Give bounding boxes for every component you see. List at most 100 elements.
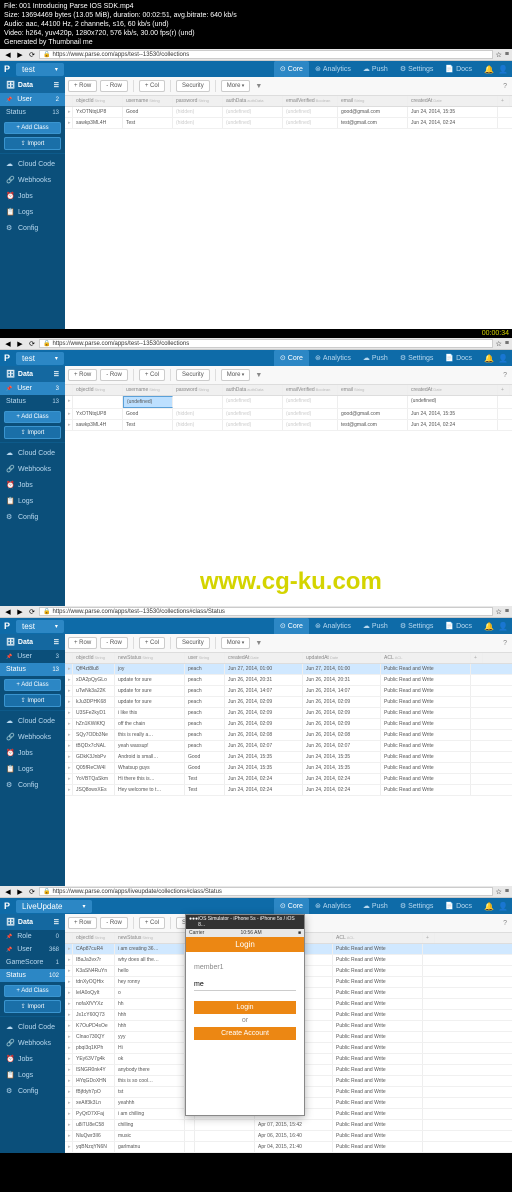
- back-icon[interactable]: ◀: [3, 607, 13, 617]
- row-arrow-icon[interactable]: ▸: [65, 420, 73, 430]
- table-row[interactable]: ▸sawkp3ML4HTest(hidden)(undefined)(undef…: [65, 118, 512, 129]
- row-arrow-icon[interactable]: ▸: [65, 785, 73, 795]
- col-createdat[interactable]: createdAtDate: [408, 96, 498, 106]
- sidebar-item-status[interactable]: Status13: [0, 106, 65, 119]
- more-button[interactable]: More: [221, 80, 251, 92]
- tab-docs[interactable]: 📄Docs: [439, 898, 478, 914]
- col-updatedat[interactable]: updatedAtDate: [303, 653, 381, 663]
- cell-acl[interactable]: Public Read and Write: [381, 708, 471, 718]
- cell-newstatus[interactable]: tst: [115, 1087, 185, 1097]
- more-button[interactable]: More: [221, 369, 251, 381]
- security-button[interactable]: Security: [176, 637, 210, 649]
- cell-authdata[interactable]: (undefined): [223, 420, 283, 430]
- cell-updatedat[interactable]: Jun 24, 2014, 15:35: [303, 763, 381, 773]
- sidebar-webhooks[interactable]: 🔗Webhooks: [0, 1035, 65, 1051]
- cell-objectid[interactable]: leIA0oQyIt: [73, 988, 115, 998]
- cell-acl[interactable]: Public Read and Write: [333, 966, 423, 976]
- sidebar-logs[interactable]: 📋Logs: [0, 204, 65, 220]
- url-bar[interactable]: 🔒https://www.parse.com/apps/test--13530/…: [39, 607, 493, 616]
- sidebar-config[interactable]: ⚙Config: [0, 509, 65, 525]
- cell-createdat[interactable]: Jun 24, 2014, 02:24: [225, 774, 303, 784]
- cell-createdat[interactable]: Jun 24, 2014, 02:24: [225, 785, 303, 795]
- cell-objectid[interactable]: yqBNzqYN6N: [73, 1142, 115, 1152]
- cell-objectid[interactable]: GDkK3JnbPv: [73, 752, 115, 762]
- cell-authdata[interactable]: (undefined): [223, 107, 283, 117]
- col-emailverified[interactable]: emailVerifiedBoolean: [283, 96, 338, 106]
- filter-icon[interactable]: ▼: [253, 640, 264, 647]
- cell-objectid[interactable]: uTwNk3a22K: [73, 686, 115, 696]
- sidebar-item-user[interactable]: 📌User368: [0, 943, 65, 956]
- tab-settings[interactable]: ⚙Settings: [394, 898, 440, 914]
- cell-newstatus[interactable]: yyy: [115, 1032, 185, 1042]
- forward-icon[interactable]: ▶: [15, 339, 25, 349]
- col-createdat[interactable]: createdAtDate: [408, 385, 498, 395]
- tab-core[interactable]: ⊙Core: [274, 898, 309, 914]
- row-arrow-icon[interactable]: ▸: [65, 1032, 73, 1042]
- sidebar-item-gamescore[interactable]: GameScore1: [0, 956, 65, 969]
- cell-emailverified[interactable]: (undefined): [283, 396, 338, 408]
- row-arrow-icon[interactable]: ▸: [65, 1043, 73, 1053]
- cell-username[interactable]: Good: [123, 107, 173, 117]
- cell-emailverified[interactable]: (undefined): [283, 409, 338, 419]
- row-arrow-icon[interactable]: ▸: [65, 697, 73, 707]
- table-row[interactable]: ▸YxOTNtqUP8Good(hidden)(undefined)(undef…: [65, 409, 512, 420]
- row-arrow-icon[interactable]: ▸: [65, 1131, 73, 1141]
- col-createdat[interactable]: createdAtDate: [225, 653, 303, 663]
- cell-updatedat[interactable]: Jun 26, 2014, 02:09: [303, 708, 381, 718]
- tab-core[interactable]: ⊙Core: [274, 350, 309, 366]
- cell-objectid[interactable]: tBQDx7cNAL: [73, 741, 115, 751]
- table-row[interactable]: ▸Qff4zt8lu8joypeachJun 27, 2014, 01:00Ju…: [65, 664, 512, 675]
- cell-user[interactable]: peach: [185, 686, 225, 696]
- cell-objectid[interactable]: tdnXyOQHix: [73, 977, 115, 987]
- cell-password[interactable]: (hidden): [173, 118, 223, 128]
- cell-objectid[interactable]: sawkp3ML4H: [73, 420, 123, 430]
- cell-email[interactable]: good@gmail.com: [338, 107, 408, 117]
- col-newstatus[interactable]: newStatusString: [115, 653, 185, 663]
- col-objectid[interactable]: objectIdString: [73, 653, 115, 663]
- cell-acl[interactable]: Public Read and Write: [333, 1065, 423, 1075]
- cell-acl[interactable]: Public Read and Write: [381, 686, 471, 696]
- cell-createdat[interactable]: [195, 1131, 255, 1141]
- cell-newstatus[interactable]: o: [115, 988, 185, 998]
- col-newstatus[interactable]: newStatusString: [115, 933, 185, 943]
- cell-objectid[interactable]: U3SFe2kyD1: [73, 708, 115, 718]
- cell-createdat[interactable]: Jun 26, 2014, 02:09: [225, 719, 303, 729]
- cell-objectid[interactable]: JSQ8owxXEs: [73, 785, 115, 795]
- cell-updatedat[interactable]: Apr 07, 2015, 15:42: [255, 1120, 333, 1130]
- cell-user[interactable]: Good: [185, 752, 225, 762]
- col-objectid[interactable]: objectIdString: [73, 933, 115, 943]
- cell-newstatus[interactable]: garlmatnu: [115, 1142, 185, 1152]
- cell-newstatus[interactable]: Android is small…: [115, 752, 185, 762]
- sidebar-item-user[interactable]: 📌User3: [0, 382, 65, 395]
- col-username[interactable]: usernameString: [123, 96, 173, 106]
- sim-titlebar[interactable]: ●●●iOS Simulator - iPhone 5s - iPhone 5s…: [186, 915, 304, 929]
- cell-createdat[interactable]: Jun 24, 2014, 15:35: [225, 763, 303, 773]
- cell-newstatus[interactable]: update for sure: [115, 675, 185, 685]
- row-arrow-icon[interactable]: ▸: [65, 966, 73, 976]
- row-arrow-icon[interactable]: ▸: [65, 752, 73, 762]
- cell-acl[interactable]: Public Read and Write: [333, 1098, 423, 1108]
- cell-email[interactable]: test@gmail.com: [338, 118, 408, 128]
- cell-user[interactable]: peach: [185, 664, 225, 674]
- cell-acl[interactable]: Public Read and Write: [333, 1120, 423, 1130]
- add-col-button[interactable]: + Col: [139, 369, 165, 381]
- col-authdata[interactable]: authDataauthData: [223, 96, 283, 106]
- import-button[interactable]: ⇪ Import: [4, 426, 61, 439]
- add-row-button[interactable]: + Row: [68, 369, 97, 381]
- sidebar-jobs[interactable]: ⏰Jobs: [0, 1051, 65, 1067]
- cell-createdat[interactable]: [195, 1120, 255, 1130]
- tab-docs[interactable]: 📄Docs: [439, 618, 478, 634]
- table-row[interactable]: ▸GDkK3JnbPvAndroid is small…GoodJun 24, …: [65, 752, 512, 763]
- sidebar-data-header[interactable]: 🗄Data: [0, 366, 65, 382]
- row-arrow-icon[interactable]: ▸: [65, 1098, 73, 1108]
- cell-authdata[interactable]: (undefined): [223, 396, 283, 408]
- cell-acl[interactable]: Public Read and Write: [381, 664, 471, 674]
- table-row[interactable]: ▸YxOTNtqUP8Good(hidden)(undefined)(undef…: [65, 107, 512, 118]
- sim-login-button[interactable]: Login: [194, 1001, 296, 1014]
- row-arrow-icon[interactable]: ▸: [65, 730, 73, 740]
- sidebar-webhooks[interactable]: 🔗Webhooks: [0, 461, 65, 477]
- parse-logo-icon[interactable]: P: [4, 901, 10, 911]
- sidebar-webhooks[interactable]: 🔗Webhooks: [0, 729, 65, 745]
- cell-newstatus[interactable]: yeahhh: [115, 1098, 185, 1108]
- row-arrow-icon[interactable]: ▸: [65, 1054, 73, 1064]
